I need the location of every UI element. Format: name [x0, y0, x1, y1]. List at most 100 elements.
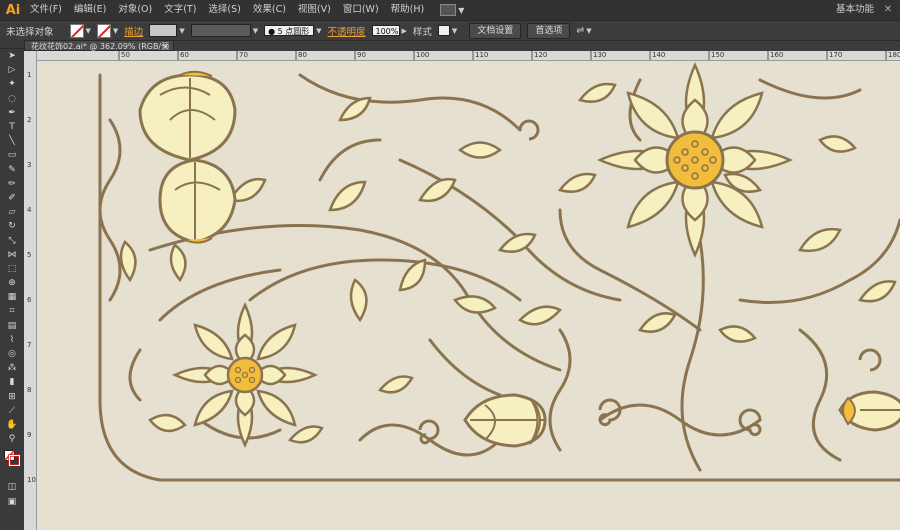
fill-none-icon — [69, 23, 84, 38]
lotus-bud-middle — [158, 158, 237, 244]
line-tool-icon[interactable]: ╲ — [0, 134, 24, 148]
stroke-weight-field[interactable]: ▼ — [149, 24, 185, 37]
menu-effect[interactable]: 效果(C) — [247, 0, 292, 20]
preferences-button[interactable]: 首选项 — [527, 22, 571, 39]
ruler-label: 50 — [121, 51, 130, 59]
ruler-label: 6 — [27, 296, 32, 304]
hand-tool-icon[interactable]: ✋ — [0, 418, 24, 432]
ruler-label: 9 — [27, 431, 32, 439]
rotate-tool-icon[interactable]: ↻ — [0, 219, 24, 233]
ruler-label: 80 — [298, 51, 307, 59]
mesh-tool-icon[interactable]: ⌗ — [0, 304, 24, 318]
chevron-down-icon: ▼ — [179, 26, 185, 35]
document-setup-button[interactable]: 文档设置 — [469, 22, 522, 39]
ruler-label: 5 — [27, 251, 32, 259]
slice-tool-icon[interactable]: ⟋ — [0, 404, 24, 418]
opacity-value: 100% — [371, 25, 400, 36]
shape-builder-tool-icon[interactable]: ⊕ — [0, 276, 24, 290]
close-icon[interactable]: ✕ — [882, 4, 894, 16]
menu-select[interactable]: 选择(S) — [202, 0, 246, 20]
opacity-field[interactable]: 100% ▶ — [371, 25, 407, 36]
perspective-grid-tool-icon[interactable]: ▦ — [0, 290, 24, 304]
ruler-label: 4 — [27, 206, 32, 214]
blob-brush-tool-icon[interactable]: ✐ — [0, 191, 24, 205]
menu-object[interactable]: 对象(O) — [112, 0, 158, 20]
ruler-label: 10 — [27, 476, 36, 484]
graphic-style-swatch[interactable]: ▼ — [437, 25, 458, 36]
artboard-canvas[interactable] — [37, 61, 900, 530]
ruler-label: 2 — [27, 116, 32, 124]
small-lotus-flower — [172, 302, 318, 448]
ruler-label: 8 — [27, 386, 32, 394]
eyedropper-tool-icon[interactable]: ⌇ — [0, 333, 24, 347]
gradient-tool-icon[interactable]: ▤ — [0, 319, 24, 333]
document-tab[interactable]: 花纹花饰02.ai* @ 362.09% (RGB/预览) × — [24, 40, 174, 62]
eraser-tool-icon[interactable]: ▱ — [0, 205, 24, 219]
ruler-label: 160 — [770, 51, 784, 59]
arrange-icon[interactable]: ⇌ ▼ — [576, 25, 591, 36]
zoom-tool-icon[interactable]: ⚲ — [0, 432, 24, 446]
panel-grip[interactable] — [0, 40, 24, 49]
style-label: 样式 — [412, 26, 432, 38]
chevron-down-icon[interactable]: ▼ — [458, 6, 464, 15]
control-bar: 未选择对象 ▼ ▼ 描边 ▼ ▼ ● 5 点圆形 ▼ 不透明度 100% ▶ 样式 … — [0, 20, 900, 41]
menu-view[interactable]: 视图(V) — [292, 0, 337, 20]
magic-wand-tool-icon[interactable]: ✦ — [0, 77, 24, 91]
blend-tool-icon[interactable]: ◎ — [0, 347, 24, 361]
chevron-down-icon: ▶ — [401, 26, 407, 35]
chevron-down-icon: ▼ — [451, 26, 458, 35]
free-transform-tool-icon[interactable]: ⬚ — [0, 262, 24, 276]
chevron-down-icon: ▼ — [112, 26, 119, 35]
paintbrush-tool-icon[interactable]: ✎ — [0, 163, 24, 177]
opacity-link[interactable]: 不透明度 — [327, 24, 365, 38]
large-lotus-flower — [596, 61, 794, 259]
vertical-ruler[interactable]: 1 2 3 4 5 6 7 8 9 10 — [24, 51, 37, 530]
menu-bar: Ai 文件(F) 编辑(E) 对象(O) 文字(T) 选择(S) 效果(C) 视… — [0, 0, 900, 20]
lasso-tool-icon[interactable]: ◌ — [0, 92, 24, 106]
pen-tool-icon[interactable]: ✒ — [0, 106, 24, 120]
arrange-documents-icon[interactable] — [440, 4, 457, 16]
column-graph-tool-icon[interactable]: ▮ — [0, 375, 24, 389]
width-tool-icon[interactable]: ⋈ — [0, 248, 24, 262]
menu-window[interactable]: 窗口(W) — [337, 0, 385, 20]
ruler-label: 3 — [27, 161, 32, 169]
draw-mode-icon[interactable]: ◫ — [0, 480, 24, 494]
ruler-label: 7 — [27, 341, 32, 349]
ruler-label: 100 — [416, 51, 430, 59]
pencil-tool-icon[interactable]: ✏ — [0, 177, 24, 191]
menu-file[interactable]: 文件(F) — [24, 0, 68, 20]
rectangle-tool-icon[interactable]: ▭ — [0, 148, 24, 162]
ruler-label: 130 — [593, 51, 607, 59]
variable-width-profile[interactable]: ▼ — [190, 24, 259, 37]
ruler-label: 110 — [475, 51, 489, 59]
chevron-down-icon: ▼ — [586, 26, 592, 35]
selection-status: 未选择对象 — [6, 26, 54, 38]
brush-dot-icon: ● — [268, 27, 278, 36]
fill-swatch[interactable]: ▼ — [69, 23, 91, 38]
lotus-bud-bottom — [463, 393, 547, 448]
ruler-label: 120 — [534, 51, 548, 59]
stroke-link[interactable]: 描边 — [124, 24, 143, 38]
ruler-label: 180 — [888, 51, 900, 59]
floral-ornament-artwork — [98, 61, 900, 482]
fill-stroke-indicator[interactable] — [3, 449, 21, 467]
tools-panel: ➤ ▷ ✦ ◌ ✒ T ╲ ▭ ✎ ✏ ✐ ▱ ↻ ⤡ ⋈ ⬚ ⊕ ▦ ⌗ ▤ … — [0, 40, 25, 530]
type-tool-icon[interactable]: T — [0, 120, 24, 134]
menu-edit[interactable]: 编辑(E) — [68, 0, 112, 20]
brush-definition[interactable]: ● 5 点圆形 ▼ — [264, 25, 321, 36]
stroke-swatch[interactable]: ▼ — [96, 23, 119, 38]
screen-mode-icon[interactable]: ▣ — [0, 495, 24, 509]
ruler-label: 60 — [180, 51, 189, 59]
selection-tool-icon[interactable]: ➤ — [0, 49, 24, 63]
artboard-tool-icon[interactable]: ⊞ — [0, 390, 24, 404]
menu-type[interactable]: 文字(T) — [158, 0, 202, 20]
workspace-switcher[interactable]: 基本功能 — [836, 0, 874, 20]
scale-tool-icon[interactable]: ⤡ — [0, 233, 24, 247]
ruler-label: 1 — [27, 71, 32, 79]
chevron-down-icon: ▼ — [252, 26, 259, 35]
ruler-label: 150 — [711, 51, 725, 59]
symbol-sprayer-tool-icon[interactable]: ⁂ — [0, 361, 24, 375]
menu-help[interactable]: 帮助(H) — [385, 0, 431, 20]
direct-selection-tool-icon[interactable]: ▷ — [0, 63, 24, 77]
horizontal-ruler[interactable]: 50 60 70 80 90 100 110 120 130 140 150 1… — [36, 51, 900, 61]
